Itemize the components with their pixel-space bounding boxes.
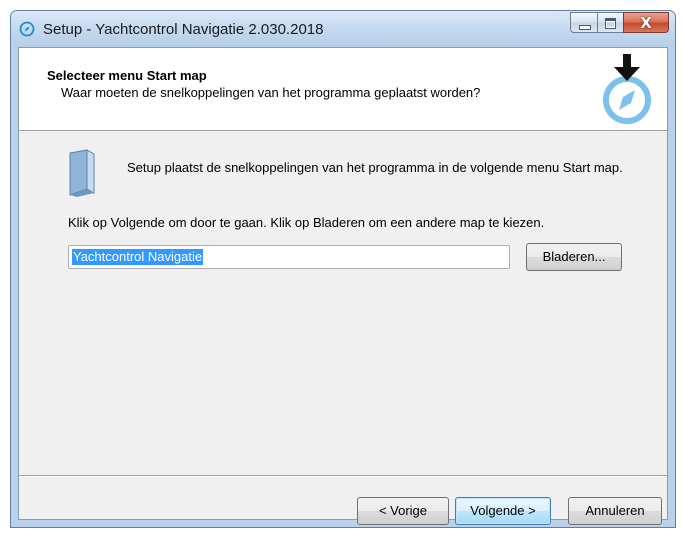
setup-window: Setup - Yachtcontrol Navigatie 2.030.201… xyxy=(10,10,676,528)
window-title: Setup - Yachtcontrol Navigatie 2.030.201… xyxy=(43,21,324,38)
folder-input-value: Yachtcontrol Navigatie xyxy=(72,249,204,265)
start-menu-folder-input[interactable]: Yachtcontrol Navigatie xyxy=(68,245,510,269)
page-title: Selecteer menu Start map xyxy=(47,68,207,83)
title-bar[interactable]: Setup - Yachtcontrol Navigatie 2.030.201… xyxy=(11,11,675,47)
page-subtitle: Waar moeten de snelkoppelingen van het p… xyxy=(61,85,481,100)
browse-button[interactable]: Bladeren... xyxy=(526,243,622,271)
caption-buttons: X xyxy=(570,12,669,34)
cancel-button[interactable]: Annuleren xyxy=(568,497,662,525)
maximize-button[interactable] xyxy=(597,12,623,33)
info-text: Setup plaatst de snelkoppelingen van het… xyxy=(127,160,623,175)
compass-app-icon xyxy=(19,21,35,37)
footer-divider xyxy=(19,475,667,477)
compass-download-icon xyxy=(603,54,651,124)
close-button[interactable]: X xyxy=(623,12,669,33)
folder-icon xyxy=(69,149,95,197)
wizard-client-area: Selecteer menu Start map Waar moeten de … xyxy=(18,47,668,525)
back-button[interactable]: < Vorige xyxy=(357,497,449,525)
next-button[interactable]: Volgende > xyxy=(455,497,551,525)
wizard-header: Selecteer menu Start map Waar moeten de … xyxy=(19,48,667,131)
close-icon: X xyxy=(640,14,652,32)
instruction-text: Klik op Volgende om door te gaan. Klik o… xyxy=(68,215,545,230)
minimize-button[interactable] xyxy=(570,12,597,33)
